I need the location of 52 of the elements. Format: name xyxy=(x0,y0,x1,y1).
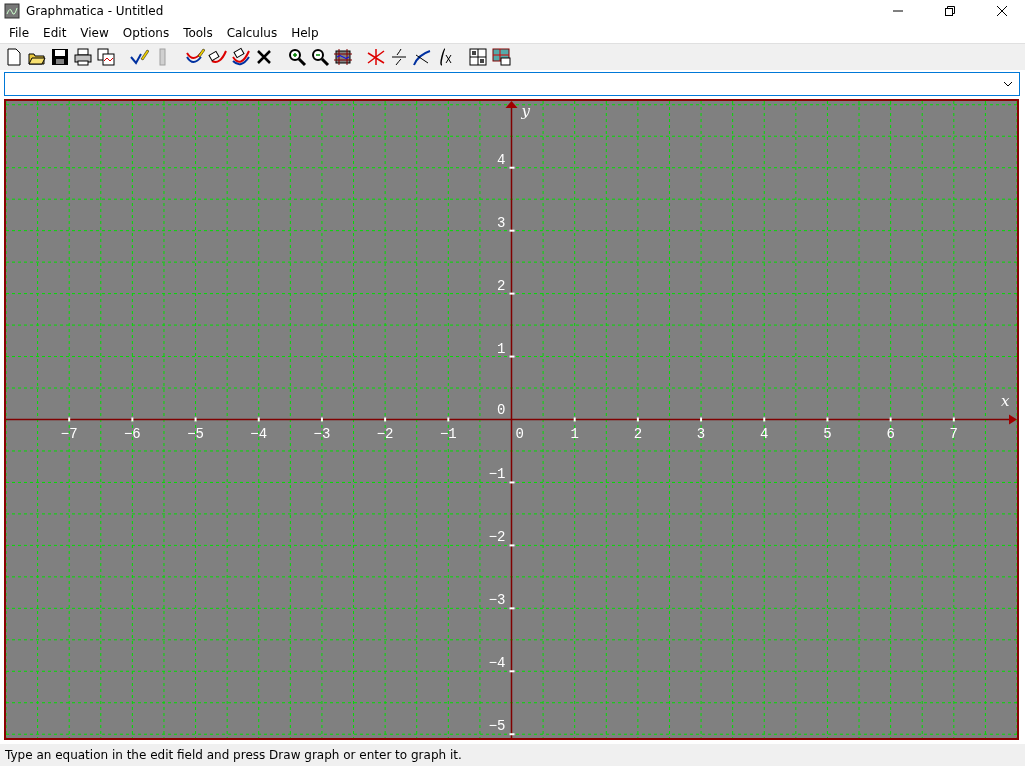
table-grid-icon[interactable] xyxy=(468,47,488,67)
x-tick-label: −1 xyxy=(439,425,457,442)
menu-item[interactable]: Tools xyxy=(176,25,220,40)
equation-field[interactable] xyxy=(4,72,1020,96)
app-icon xyxy=(4,3,20,19)
close-icon[interactable] xyxy=(997,6,1007,16)
origin-label: 0 xyxy=(515,425,524,442)
x-tick-label: −7 xyxy=(60,425,78,442)
zoom-out-icon[interactable] xyxy=(310,47,330,67)
check-pencil-icon[interactable] xyxy=(129,47,149,67)
menu-item[interactable]: Help xyxy=(284,25,326,40)
menu-item[interactable]: Options xyxy=(115,25,177,40)
y-tick-label: −3 xyxy=(488,592,506,609)
x-tick-label: −5 xyxy=(187,425,204,442)
menu-item[interactable]: Calculus xyxy=(219,25,285,40)
x-tick-label: 6 xyxy=(886,425,895,442)
restore-icon[interactable] xyxy=(945,6,955,16)
status-text: Type an equation in the edit field and press Draw graph or enter to graph it. xyxy=(0,744,1025,766)
y-tick-label: 4 xyxy=(497,151,506,168)
x-tick-label: −2 xyxy=(376,425,394,442)
menu-item[interactable]: View xyxy=(73,25,116,40)
menu-item[interactable]: Edit xyxy=(36,25,74,40)
copy-graph-icon[interactable] xyxy=(96,47,116,67)
tangent-icon[interactable] xyxy=(412,47,432,67)
y-tick-label: 1 xyxy=(497,340,506,357)
x-tick-label: 1 xyxy=(570,425,579,442)
x-tick-label: 4 xyxy=(760,425,769,442)
graph-area[interactable]: −7 −6 −5 −4 −3 −2 −1 0 1 2 3 4 5 6 7 4 3 2 1 0 −1 −2 −3 −4 −5 x y xyxy=(4,99,1019,740)
x-tick-label: 5 xyxy=(823,425,832,442)
y-tick-label: −1 xyxy=(488,466,506,483)
window-title: Graphmatica - Untitled xyxy=(26,4,165,18)
zoom-in-icon[interactable] xyxy=(287,47,307,67)
x-axis-label: x xyxy=(1001,391,1010,410)
y-axis-label: y xyxy=(521,102,530,120)
y-tick-label: 2 xyxy=(497,277,506,294)
x-tick-label: −6 xyxy=(123,425,141,442)
new-file-icon[interactable] xyxy=(4,47,24,67)
x-tick-label: 3 xyxy=(696,425,706,442)
erase-all-icon[interactable] xyxy=(231,47,251,67)
x-tick-label: 2 xyxy=(633,425,643,442)
y-tick-label: −2 xyxy=(488,529,506,546)
x-tick-label: −4 xyxy=(250,425,268,442)
y-tick-label: 0 xyxy=(497,401,506,418)
printer-icon[interactable] xyxy=(73,47,93,67)
x-tick-label: −3 xyxy=(313,425,331,442)
data-plot-icon[interactable] xyxy=(491,47,511,67)
x-tick-label: 7 xyxy=(949,425,958,442)
y-tick-label: −5 xyxy=(488,718,506,735)
y-tick-label: −4 xyxy=(488,655,506,672)
menu-item[interactable]: File xyxy=(2,25,37,40)
y-tick-label: 3 xyxy=(497,214,506,231)
zoom-box-icon[interactable] xyxy=(333,47,353,67)
